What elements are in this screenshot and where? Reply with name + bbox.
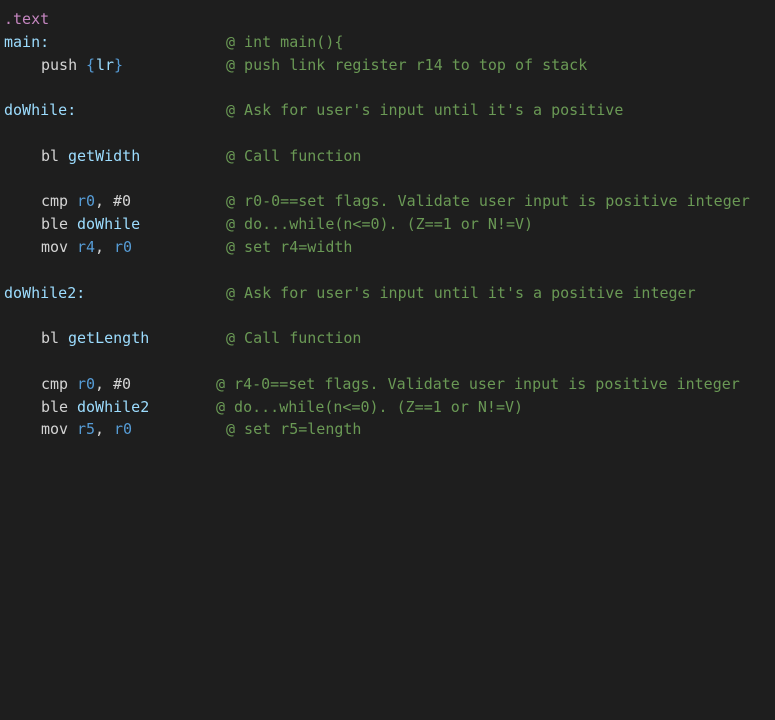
code-line-ble-dowhile: ble doWhile @ do...while(n<=0). (Z==1 or… <box>4 213 533 235</box>
mnemonic-token: ble <box>41 215 69 233</box>
code-line-bl-getwidth: bl getWidth @ Call function <box>4 145 361 167</box>
register-token: r4 <box>77 238 96 256</box>
label-token: doWhile: <box>4 101 77 119</box>
code-editor[interactable]: .text main: @ int main(){ push { lr } @ … <box>0 0 775 454</box>
code-line-main-label: main: @ int main(){ <box>4 31 343 53</box>
comment-token: @ push link register r14 to top of stack <box>226 56 588 74</box>
code-line-text-directive: .text <box>4 8 49 30</box>
label-token: main: <box>4 33 50 51</box>
register-token: r0 <box>77 192 96 210</box>
separator-token: , <box>95 238 105 256</box>
separator-token: , <box>95 192 105 210</box>
comment-token: @ set r4=width <box>226 238 353 256</box>
label-ref-token: doWhile <box>77 215 141 233</box>
register-token: lr <box>96 56 115 74</box>
mnemonic-token: bl <box>41 147 60 165</box>
code-line-push: push { lr } @ push link register r14 to … <box>4 54 587 76</box>
code-line-dowhile2-label: doWhile2: @ Ask for user's input until i… <box>4 282 696 304</box>
separator-token: , <box>95 420 105 438</box>
immediate-token: #0 <box>113 375 132 393</box>
function-token: getWidth <box>68 147 141 165</box>
code-line-bl-getlength: bl getLength @ Call function <box>4 327 361 349</box>
function-token: getLength <box>68 329 150 347</box>
comment-token: @ do...while(n<=0). (Z==1 or N!=V) <box>216 398 524 416</box>
code-line-cmp-r0: cmp r0 , #0 @ r0-0==set flags. Validate … <box>4 190 750 212</box>
directive-token: .text <box>4 10 50 28</box>
mnemonic-token: mov <box>41 420 69 438</box>
code-line-cmp-r0-second: cmp r0 , #0 @ r4-0==set flags. Validate … <box>4 373 740 395</box>
mnemonic-token: cmp <box>41 192 69 210</box>
mnemonic-token: cmp <box>41 375 69 393</box>
comment-token: @ Call function <box>226 329 362 347</box>
label-ref-token: doWhile2 <box>77 398 150 416</box>
register-token: r0 <box>77 375 96 393</box>
register-token: r0 <box>114 420 133 438</box>
label-token: doWhile2: <box>4 284 86 302</box>
comment-token: @ r4-0==set flags. Validate user input i… <box>216 375 740 393</box>
brace-token: { <box>86 56 96 74</box>
mnemonic-token: mov <box>41 238 69 256</box>
comment-token: @ int main(){ <box>226 33 344 51</box>
comment-token: @ do...while(n<=0). (Z==1 or N!=V) <box>226 215 534 233</box>
comment-token: @ Call function <box>226 147 362 165</box>
separator-token: , <box>95 375 105 393</box>
register-token: r0 <box>114 238 133 256</box>
brace-token: } <box>114 56 124 74</box>
mnemonic-token: ble <box>41 398 69 416</box>
mnemonic-token: push <box>41 56 78 74</box>
code-line-dowhile-label: doWhile: @ Ask for user's input until it… <box>4 99 623 121</box>
code-line-ble-dowhile2: ble doWhile2 @ do...while(n<=0). (Z==1 o… <box>4 396 523 418</box>
mnemonic-token: bl <box>41 329 60 347</box>
comment-token: @ Ask for user's input until it's a posi… <box>226 101 624 119</box>
code-line-mov-r5: mov r5 , r0 @ set r5=length <box>4 418 361 440</box>
register-token: r5 <box>77 420 96 438</box>
comment-token: @ Ask for user's input until it's a posi… <box>226 284 696 302</box>
code-line-mov-r4: mov r4 , r0 @ set r4=width <box>4 236 352 258</box>
comment-token: @ set r5=length <box>226 420 362 438</box>
immediate-token: #0 <box>113 192 132 210</box>
comment-token: @ r0-0==set flags. Validate user input i… <box>226 192 750 210</box>
